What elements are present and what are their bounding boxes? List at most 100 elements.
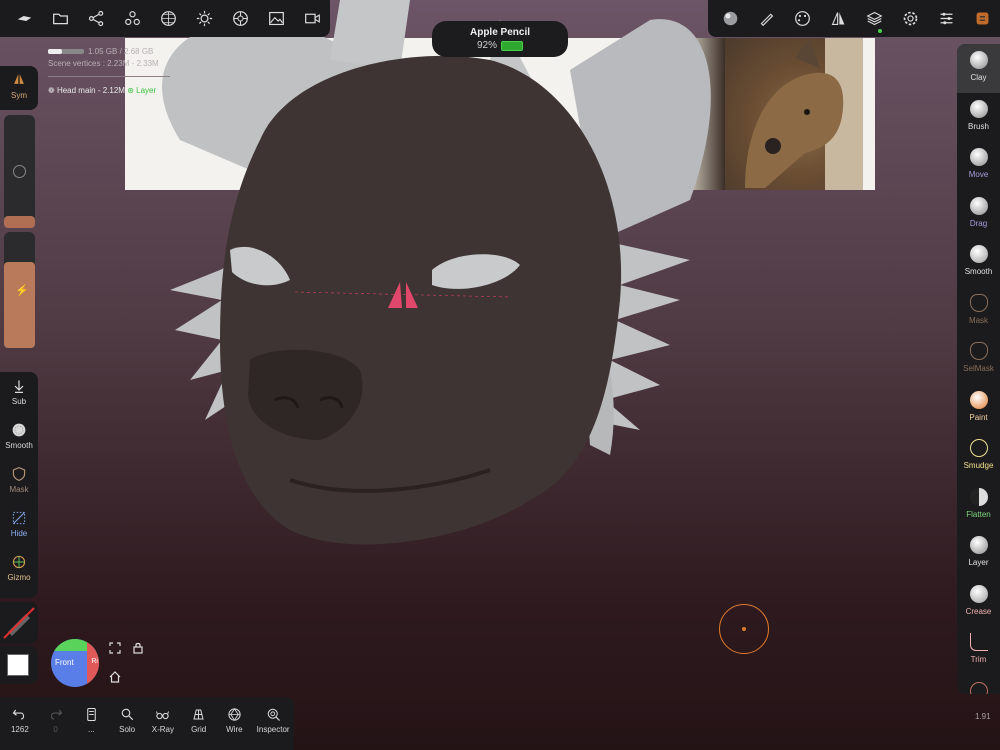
vertices-text: Scene vertices : 2.23M - 2.33M (48, 59, 159, 68)
image-icon[interactable] (258, 0, 294, 37)
tool-brush[interactable]: Brush (957, 93, 1000, 142)
hide-button[interactable]: Hide (0, 504, 38, 548)
tool-drag[interactable]: Drag (957, 190, 1000, 239)
symmetry-icon[interactable] (820, 0, 856, 37)
wireframe-icon (228, 708, 241, 721)
xray-button[interactable]: X-Ray (145, 697, 181, 750)
top-right-toolbar (708, 0, 1000, 37)
color-swatch-button[interactable] (0, 646, 38, 684)
drag-icon (969, 196, 988, 215)
gear-icon[interactable] (892, 0, 928, 37)
redo-button[interactable]: 0 (38, 697, 74, 750)
sym-label: Sym (11, 91, 27, 100)
history-icon (87, 707, 96, 722)
wire-button[interactable]: Wire (217, 697, 253, 750)
move-icon (969, 148, 988, 166)
intensity-slider-fill (4, 262, 35, 348)
tool-mask[interactable]: Mask (957, 287, 1000, 336)
video-icon[interactable] (294, 0, 330, 37)
trim-icon (969, 633, 988, 651)
menu-icon[interactable] (6, 0, 42, 37)
clay-icon (969, 51, 988, 69)
mask-icon (12, 466, 26, 481)
layer-label: Layer (136, 86, 157, 95)
tool-layer[interactable]: Layer (957, 529, 1000, 578)
folder-icon[interactable] (42, 0, 78, 37)
color-swatch (7, 654, 29, 676)
mask-icon (969, 293, 988, 312)
tool-crease[interactable]: Crease (957, 578, 1000, 627)
solo-button[interactable]: Solo (109, 697, 145, 750)
inspector-icon (267, 708, 280, 721)
matcap-sphere-icon[interactable] (712, 0, 748, 37)
tool-trim[interactable]: Trim (957, 626, 1000, 675)
sculpt-model[interactable] (110, 0, 730, 560)
tool-more[interactable] (957, 675, 1000, 694)
redo-icon (51, 709, 63, 720)
pressure-icon: ⚡ (15, 285, 29, 297)
undo-icon (13, 709, 25, 720)
undo-button[interactable]: 1262 (2, 697, 38, 750)
tool-clay[interactable]: Clay (957, 44, 1000, 93)
bottom-toolbar: 1262 0 ... Solo X-Ray Grid Wire Inspecto… (0, 697, 294, 750)
stroke-icon[interactable] (748, 0, 784, 37)
memory-bar (48, 49, 84, 55)
radius-slider-handle[interactable] (4, 216, 35, 228)
search-icon (121, 708, 133, 721)
light-icon[interactable] (186, 0, 222, 37)
hide-icon (12, 511, 26, 525)
palette-icon[interactable] (784, 0, 820, 37)
smooth-icon (12, 423, 26, 437)
topology-icon[interactable] (150, 0, 186, 37)
scene-stats: 1.05 GB / 2.68 GB Scene vertices : 2.23M… (48, 46, 170, 97)
gizmo-button[interactable]: Gizmo (0, 548, 38, 592)
more-tool-icon (969, 681, 988, 694)
top-left-toolbar (0, 0, 330, 37)
inspector-button[interactable]: Inspector (252, 697, 294, 750)
multires-icon[interactable] (114, 0, 150, 37)
tool-paint[interactable]: Paint (957, 384, 1000, 433)
view-cube[interactable]: Front Ri (51, 639, 99, 687)
tool-move[interactable]: Move (957, 141, 1000, 190)
frame-icon[interactable] (109, 642, 121, 654)
smudge-icon (969, 439, 988, 457)
grid-icon (193, 709, 204, 720)
pen-disabled-icon (3, 607, 35, 639)
radius-slider[interactable] (4, 115, 35, 228)
history-button[interactable]: ... (74, 697, 110, 750)
memory-text: 1.05 GB / 2.68 GB (88, 47, 154, 56)
left-tools: Sub Smooth Mask Hide Gizmo (0, 372, 38, 598)
sub-button[interactable]: Sub (0, 372, 38, 416)
grid-button[interactable]: Grid (181, 697, 217, 750)
radius-ring-icon (13, 165, 26, 178)
crease-icon (969, 584, 988, 603)
symmetry-toggle[interactable]: Sym (0, 66, 38, 110)
mesh-info[interactable]: ❁ Head main - 2.12M ⊛ Layer (48, 85, 170, 97)
home-icon[interactable] (109, 671, 121, 683)
pencil-name: Apple Pencil (469, 27, 530, 38)
cube-right-label: Ri (91, 658, 98, 665)
pencil-battery: 92% (476, 40, 497, 51)
sliders-icon[interactable] (928, 0, 964, 37)
pencil-status: Apple Pencil 92% (432, 21, 568, 57)
cube-front-label: Front (55, 658, 74, 667)
flatten-icon (969, 487, 988, 506)
scene-graph-icon[interactable] (78, 0, 114, 37)
smooth-icon (969, 245, 988, 263)
mask-button[interactable]: Mask (0, 460, 38, 504)
pen-toggle[interactable] (0, 602, 38, 644)
smooth-button[interactable]: Smooth (0, 416, 38, 460)
tool-flatten[interactable]: Flatten (957, 481, 1000, 530)
lock-icon[interactable] (132, 642, 144, 654)
arrow-down-icon (14, 380, 24, 393)
tool-smudge[interactable]: Smudge (957, 432, 1000, 481)
layer-icon (969, 536, 988, 554)
intensity-slider[interactable]: ⚡ (4, 232, 35, 348)
layers-icon[interactable] (856, 0, 892, 37)
brush-cursor (719, 604, 769, 654)
app-menu-icon[interactable] (964, 0, 1000, 37)
brush-icon (969, 99, 988, 118)
tool-smooth[interactable]: Smooth (957, 238, 1000, 287)
tool-selmask[interactable]: SelMask (957, 335, 1000, 384)
material-icon[interactable] (222, 0, 258, 37)
